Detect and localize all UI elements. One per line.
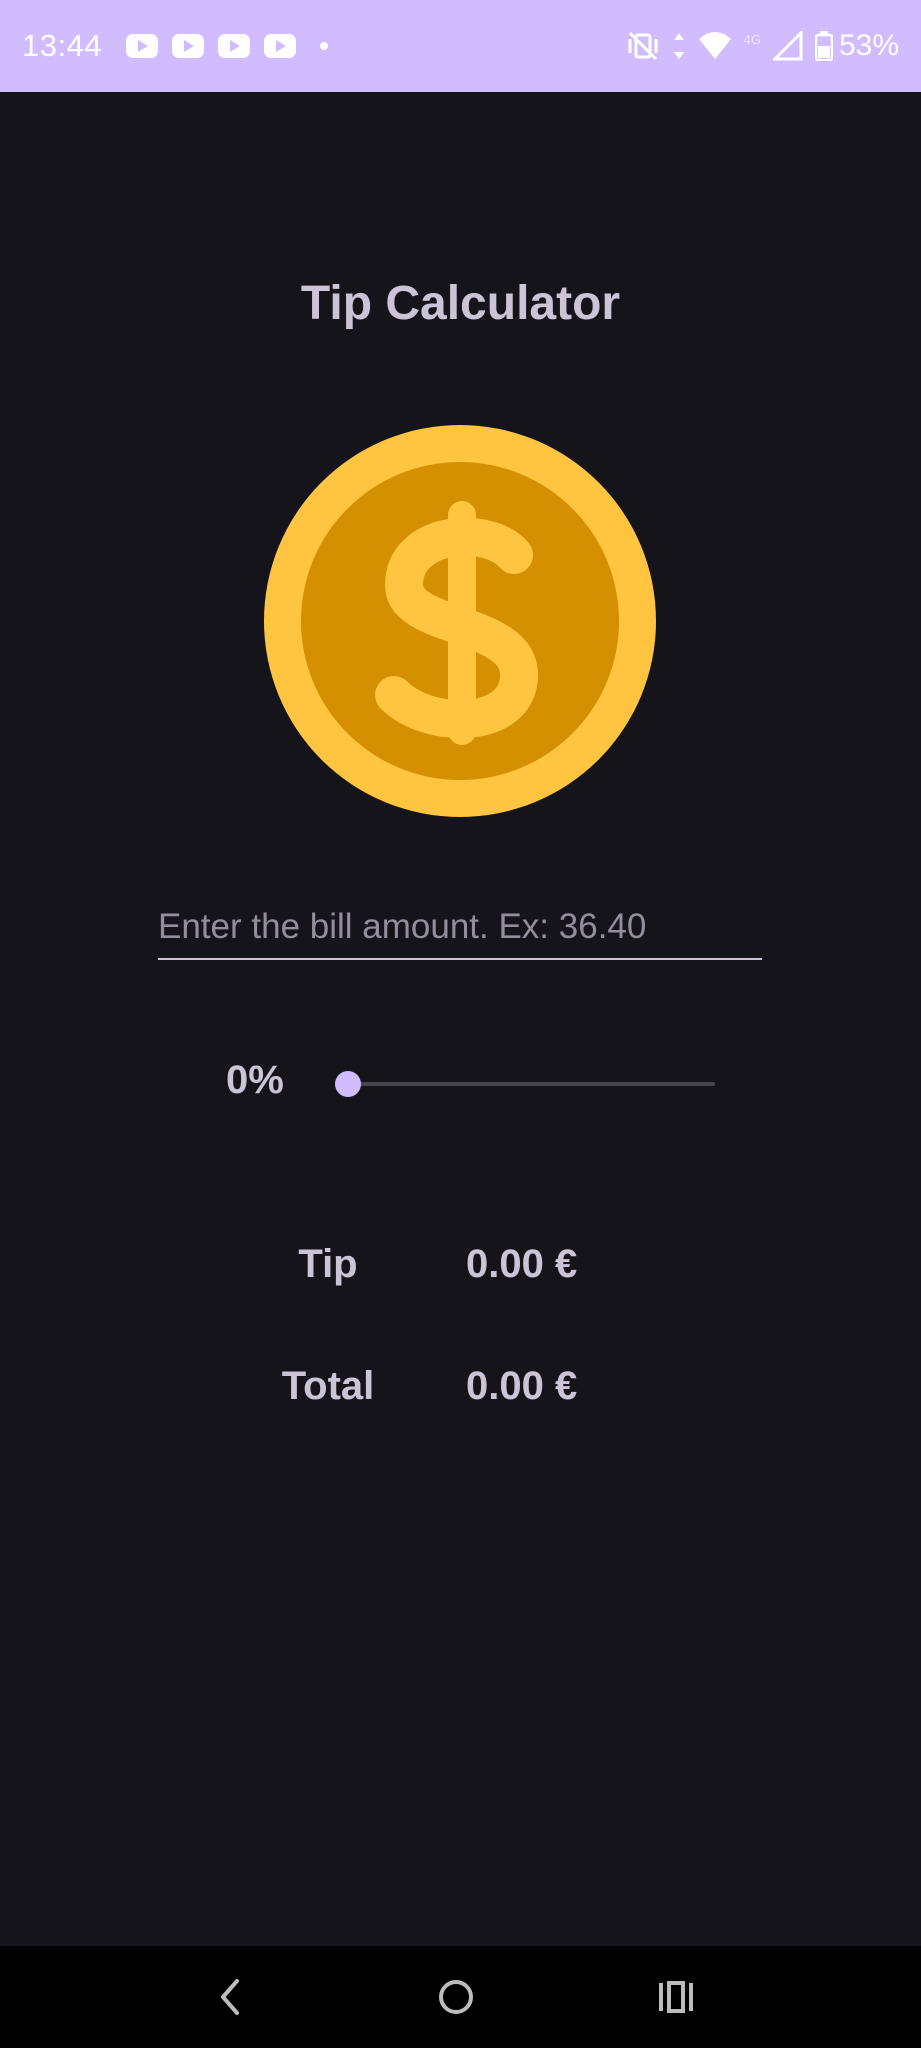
- app-title: Tip Calculator: [300, 277, 621, 330]
- data-arrows-icon: [673, 33, 684, 59]
- battery-icon: [814, 31, 833, 61]
- tip-amount: 0.00 €: [466, 1242, 578, 1286]
- tip-percent-label: 0%: [226, 1058, 284, 1102]
- back-button[interactable]: [170, 1946, 290, 2048]
- status-time: 13:44: [22, 28, 103, 63]
- youtube-notification-icon: [172, 34, 205, 58]
- back-chevron-icon: [221, 1979, 239, 2015]
- tip-slider-track[interactable]: [347, 1082, 715, 1086]
- wifi-icon: [698, 32, 731, 59]
- total-amount: 0.00 €: [466, 1364, 578, 1408]
- youtube-notification-icon: [264, 34, 297, 58]
- tip-label: Tip: [298, 1242, 358, 1286]
- total-label: Total: [281, 1364, 375, 1408]
- cell-signal-icon: [772, 31, 803, 61]
- network-type-label: 4G: [743, 32, 761, 47]
- status-right: 4G 53%: [614, 0, 899, 92]
- youtube-notification-icon: [126, 34, 159, 58]
- battery-percent: 53%: [838, 29, 899, 62]
- status-bar: 13:44 4G 53%: [0, 0, 921, 92]
- youtube-notification-icon: [218, 34, 251, 58]
- home-circle-icon: [439, 1980, 473, 2014]
- bill-amount-input[interactable]: [158, 896, 762, 960]
- recents-button[interactable]: [617, 1946, 737, 2048]
- tip-slider-thumb[interactable]: [335, 1071, 361, 1097]
- vibrate-off-icon: [628, 31, 658, 61]
- status-left: 13:44: [22, 0, 329, 92]
- more-notifications-dot-icon: [320, 42, 329, 50]
- navigation-bar: [0, 1946, 921, 2048]
- dollar-coin-icon: [264, 425, 656, 817]
- home-button[interactable]: [396, 1946, 516, 2048]
- recent-apps-icon: [659, 1981, 693, 2013]
